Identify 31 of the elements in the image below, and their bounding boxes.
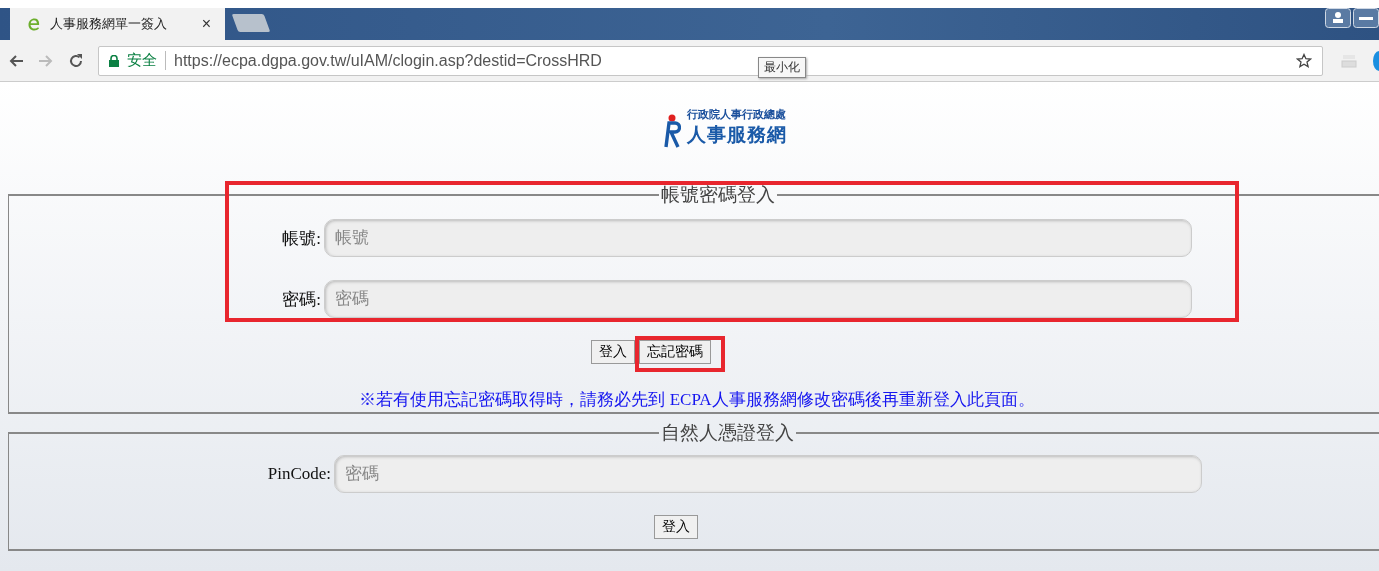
browser-tab[interactable]: 人事服務網單一簽入 × (10, 8, 225, 40)
field-label: 密碼: (281, 288, 322, 311)
bookmark-star-icon[interactable] (1296, 52, 1312, 69)
field-label: 帳號: (281, 227, 322, 250)
secure-label: 安全 (127, 51, 166, 70)
forward-icon (38, 52, 54, 69)
button[interactable]: 忘記密碼 (638, 340, 711, 364)
input-field[interactable]: 帳號 (324, 219, 1192, 257)
extension-icon[interactable] (1373, 50, 1379, 71)
field-label: PinCode: (266, 464, 332, 484)
tab-title: 人事服務網單一簽入 (50, 15, 168, 33)
reload-icon[interactable] (68, 52, 84, 69)
new-tab-button[interactable] (231, 14, 271, 32)
organization-name: 行政院人事行政總處 (686, 107, 787, 122)
url-text: https://ecpa.dgpa.gov.tw/uIAM/clogin.asp?destid=CrossHRD (174, 51, 602, 70)
lock-icon (109, 54, 119, 67)
button[interactable]: 登入 (590, 340, 635, 364)
minimize-icon[interactable] (1353, 8, 1379, 28)
back-icon[interactable] (8, 52, 24, 69)
input-field[interactable]: 密碼 (324, 280, 1192, 318)
tooltip: 最小化 (758, 57, 806, 78)
logo-icon (662, 114, 681, 148)
button[interactable]: 登入 (654, 515, 698, 539)
profile-icon[interactable] (1325, 8, 1351, 28)
input-field[interactable]: 密碼 (334, 455, 1202, 493)
close-icon[interactable]: × (201, 15, 211, 33)
panel-title: 自然人憑證登入 (660, 421, 795, 445)
e-logo-icon (26, 16, 42, 32)
panel-title: 帳號密碼登入 (660, 183, 776, 207)
notice-text: ※若有使用忘記密碼取得時，請務必先到 ECPA人事服務網修改密碼後再重新登入此頁面。 (358, 389, 1036, 411)
site-name: 人事服務網 (686, 123, 787, 147)
